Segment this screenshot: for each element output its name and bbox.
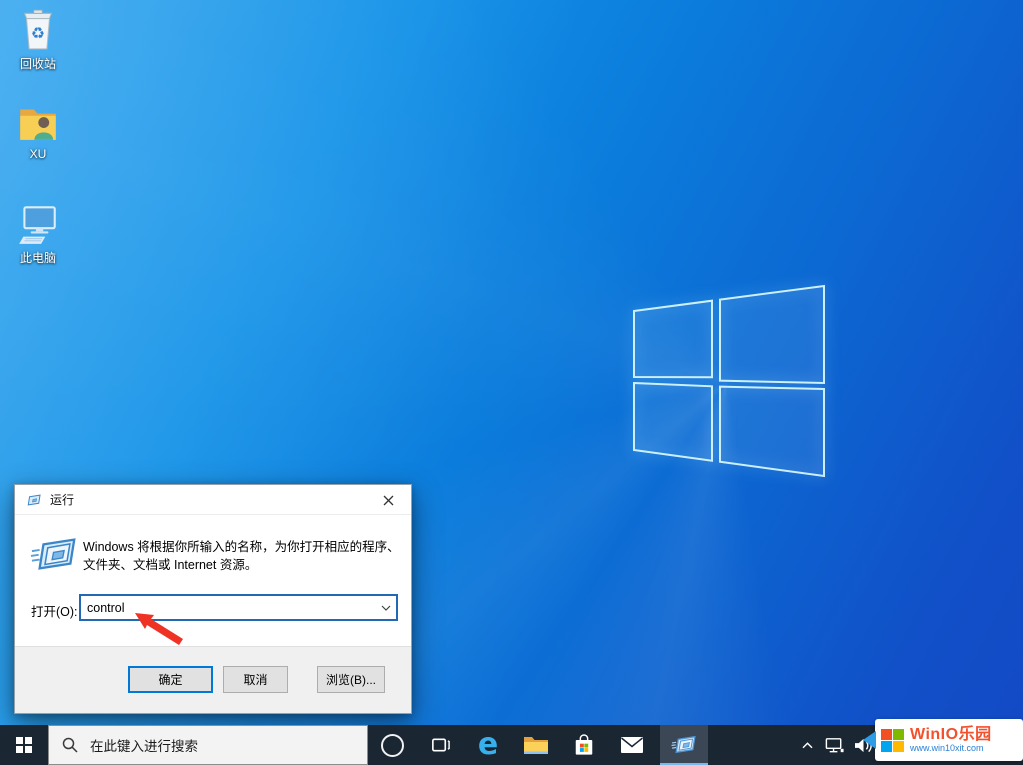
search-placeholder: 在此键入进行搜索	[90, 739, 198, 754]
description-line-2: 文件夹、文档或 Internet 资源。	[83, 557, 258, 572]
desktop-icon-label: XU	[29, 147, 47, 161]
dialog-footer: 确定 取消 浏览(B)...	[15, 646, 411, 713]
dialog-titlebar: 运行	[15, 485, 411, 515]
mail-button[interactable]	[608, 725, 656, 765]
cortana-icon	[380, 733, 404, 757]
watermark-pointer	[863, 731, 876, 749]
watermark-text: WinIO乐园 www.win10xit.com	[910, 726, 992, 754]
this-pc-icon	[19, 206, 56, 244]
tray-expand-button[interactable]	[794, 725, 820, 765]
network-button[interactable]	[820, 725, 848, 765]
task-view-button[interactable]	[416, 725, 464, 765]
run-command-combobox	[79, 594, 398, 621]
chevron-up-icon	[801, 741, 813, 748]
run-dialog: 运行 Windows 将根据你所输入的名称，为你打开相应的程序、 文件夹、文档或…	[14, 484, 412, 714]
desktop-icon-label: 此电脑	[19, 251, 56, 265]
file-explorer-button[interactable]	[512, 725, 560, 765]
start-button[interactable]	[0, 725, 48, 765]
browse-button[interactable]: 浏览(B)...	[317, 666, 385, 693]
file-explorer-icon	[524, 737, 548, 754]
open-label: 打开(O):	[31, 605, 78, 619]
windows-start-icon	[16, 737, 32, 753]
run-dialog-titlebar-icon	[27, 494, 41, 505]
combobox-dropdown-button[interactable]	[376, 596, 396, 619]
search-icon	[62, 737, 78, 753]
recycle-bin-icon: ♻	[23, 9, 53, 50]
ok-button[interactable]: 确定	[128, 666, 213, 693]
dialog-title: 运行	[50, 493, 75, 507]
watermark-title: WinIO乐园	[910, 726, 992, 743]
svg-text:♻: ♻	[31, 25, 45, 42]
run-command-input[interactable]	[81, 600, 376, 615]
task-view-icon	[431, 738, 450, 752]
desktop-icon-recycle-bin[interactable]: ♻ 回收站	[0, 6, 76, 72]
network-icon	[825, 738, 844, 753]
watermark: WinIO乐园 www.win10xit.com	[863, 719, 1023, 761]
close-icon	[383, 495, 393, 505]
dialog-description: Windows 将根据你所输入的名称，为你打开相应的程序、 文件夹、文档或 In…	[83, 539, 400, 574]
screen: ♻ 回收站 XU 此电脑 运行 Windows 将根据你所输入的名称，为你打开相…	[0, 0, 1023, 765]
taskbar-search[interactable]: 在此键入进行搜索	[48, 725, 368, 765]
store-icon	[575, 733, 593, 755]
run-icon	[30, 538, 76, 570]
windows-logo-wallpaper	[633, 284, 825, 478]
run-taskbar-button[interactable]	[660, 725, 708, 765]
run-taskbar-icon	[670, 735, 696, 753]
edge-button[interactable]: e	[464, 725, 512, 765]
close-button[interactable]	[366, 486, 410, 514]
desktop-icon-label: 回收站	[19, 57, 56, 71]
edge-icon: e	[477, 727, 499, 762]
windows-color-logo-icon	[881, 728, 904, 752]
user-folder-icon	[20, 109, 56, 140]
desktop-icon-this-pc[interactable]: 此电脑	[0, 200, 76, 266]
store-button[interactable]	[560, 725, 608, 765]
desktop-icon-user-folder[interactable]: XU	[0, 98, 76, 161]
cancel-button[interactable]: 取消	[223, 666, 288, 693]
mail-icon	[621, 737, 643, 753]
watermark-url: www.win10xit.com	[910, 743, 984, 753]
cortana-button[interactable]	[368, 725, 416, 765]
description-line-1: Windows 将根据你所输入的名称，为你打开相应的程序、	[83, 540, 400, 554]
chevron-down-icon	[381, 605, 391, 611]
